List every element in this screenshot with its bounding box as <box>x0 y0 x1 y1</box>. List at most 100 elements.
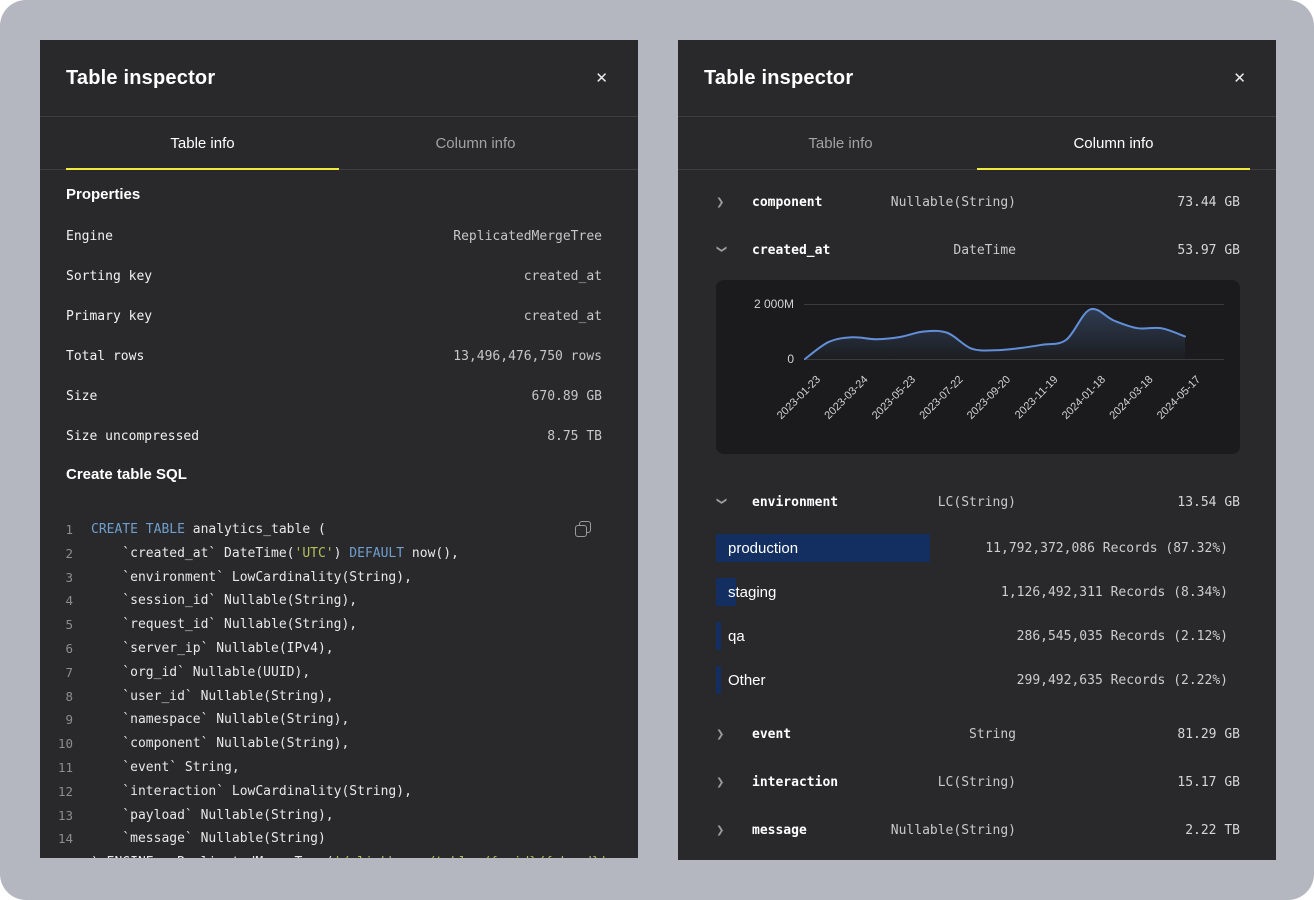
tab-label: Table info <box>170 135 234 152</box>
x-axis-tick-label: 2024-01-18 <box>1060 374 1108 422</box>
column-row[interactable]: ❯ event String 81.29 GB <box>678 710 1276 758</box>
sql-token-str: '/clickhouse/tables/{uuid}/{shard}' <box>334 855 608 858</box>
property-label: Size uncompressed <box>66 429 199 444</box>
sql-line: 10 `component` Nullable(String), <box>40 732 638 756</box>
property-row: Size 670.89 GB <box>40 376 638 416</box>
value-label: production <box>728 540 798 557</box>
column-row[interactable]: ❯ environment LC(String) 13.54 GB <box>678 478 1276 526</box>
sql-line: 2 `created_at` DateTime('UTC') DEFAULT n… <box>40 542 638 566</box>
column-name: component <box>752 195 891 210</box>
property-label: Sorting key <box>66 269 152 284</box>
column-type: LC(String) <box>938 775 1016 790</box>
column-size: 73.44 GB <box>1016 195 1240 210</box>
column-size: 2.22 TB <box>1016 823 1240 838</box>
x-axis-tick-label: 2023-11-19 <box>1013 374 1061 422</box>
sql-token-plain: `server_ip` Nullable(IPv4), <box>91 641 334 656</box>
sql-token-str: 'UTC' <box>295 546 334 561</box>
chevron-down-icon[interactable]: ❯ <box>716 496 727 510</box>
sql-line: 14 `message` Nullable(String) <box>40 827 638 851</box>
sql-line-text: `component` Nullable(String), <box>91 732 349 756</box>
sql-line-text: `environment` LowCardinality(String), <box>91 566 412 590</box>
property-row: Engine ReplicatedMergeTree <box>40 216 638 256</box>
sql-line-text: ) ENGINE = ReplicatedMergeTree('/clickho… <box>91 851 615 858</box>
line-number: 3 <box>40 566 73 590</box>
value-label: Other <box>728 672 766 689</box>
table-inspector-modal-table-info: Table inspector ✕ Table info Column info… <box>40 40 638 858</box>
column-type: LC(String) <box>938 495 1016 510</box>
column-size: 13.54 GB <box>1016 495 1240 510</box>
x-axis-tick-label: 2024-03-18 <box>1107 374 1155 422</box>
column-row[interactable]: ❯ created_at DateTime 53.97 GB <box>678 226 1276 274</box>
column-type: DateTime <box>953 243 1016 258</box>
close-icon[interactable]: ✕ <box>591 67 612 90</box>
sql-token-kw: CREATE TABLE <box>91 522 185 537</box>
value-records-stat: 11,792,372,086 Records (87.32%) <box>985 541 1228 556</box>
tab-table-info[interactable]: Table info <box>704 117 977 169</box>
value-distribution-row: staging 1,126,492,311 Records (8.34%) <box>716 570 1276 614</box>
sql-line: 5 `request_id` Nullable(String), <box>40 613 638 637</box>
sql-line: 1 CREATE TABLE analytics_table ( <box>40 518 638 542</box>
properties-list: Engine ReplicatedMergeTree Sorting key c… <box>40 216 638 456</box>
chevron-right-icon[interactable]: ❯ <box>716 777 730 788</box>
sql-code-lines: 1 CREATE TABLE analytics_table ( 2 `crea… <box>40 518 638 858</box>
tab-table-info[interactable]: Table info <box>66 117 339 169</box>
sql-line: 11 `event` String, <box>40 756 638 780</box>
column-type: Nullable(String) <box>891 195 1016 210</box>
tab-bar: Table info Column info <box>40 117 638 170</box>
property-label: Size <box>66 389 97 404</box>
column-type: Nullable(String) <box>891 823 1016 838</box>
property-row: Primary key created_at <box>40 296 638 336</box>
x-axis-tick-label: 2024-05-17 <box>1155 374 1203 422</box>
sql-token-plain: `payload` Nullable(String), <box>91 808 334 823</box>
column-size: 81.29 GB <box>1016 727 1240 742</box>
sql-token-plain: ) ENGINE = ReplicatedMergeTree( <box>91 855 334 858</box>
tab-bar: Table info Column info <box>678 117 1276 170</box>
sql-line-text: CREATE TABLE analytics_table ( <box>91 518 326 542</box>
value-bar <box>716 666 721 694</box>
column-list: ❯ component Nullable(String) 73.44 GB ❯ … <box>678 170 1276 854</box>
area-fill <box>805 309 1185 359</box>
value-distribution-row: qa 286,545,035 Records (2.12%) <box>716 614 1276 658</box>
column-name: event <box>752 727 969 742</box>
line-number: 13 <box>40 804 73 828</box>
tab-column-info[interactable]: Column info <box>339 117 612 169</box>
column-row[interactable]: ❯ component Nullable(String) 73.44 GB <box>678 178 1276 226</box>
sql-token-plain: `created_at` DateTime( <box>91 546 295 561</box>
sql-token-plain: `user_id` Nullable(String), <box>91 689 334 704</box>
modal-header: Table inspector ✕ <box>40 40 638 117</box>
sql-token-plain: analytics_table ( <box>185 522 326 537</box>
line-number: 12 <box>40 780 73 804</box>
column-row[interactable]: ❯ message Nullable(String) 2.22 TB <box>678 806 1276 854</box>
line-number: 14 <box>40 827 73 851</box>
sql-line-text: `event` String, <box>91 756 240 780</box>
tab-column-info[interactable]: Column info <box>977 117 1250 169</box>
table-inspector-modal-column-info: Table inspector ✕ Table info Column info… <box>678 40 1276 860</box>
chevron-right-icon[interactable]: ❯ <box>716 729 730 740</box>
chevron-down-icon[interactable]: ❯ <box>716 244 727 258</box>
x-axis-tick-label: 2023-09-20 <box>965 374 1013 422</box>
close-icon[interactable]: ✕ <box>1229 67 1250 90</box>
copy-icon[interactable] <box>574 519 594 539</box>
sql-token-plain: `org_id` Nullable(UUID), <box>91 665 310 680</box>
sql-token-plain: `environment` LowCardinality(String), <box>91 570 412 585</box>
chevron-right-icon[interactable]: ❯ <box>716 197 730 208</box>
sql-line: 13 `payload` Nullable(String), <box>40 804 638 828</box>
property-row: Sorting key created_at <box>40 256 638 296</box>
value-distribution-row: Other 299,492,635 Records (2.22%) <box>716 658 1276 702</box>
chevron-right-icon[interactable]: ❯ <box>716 825 730 836</box>
sql-token-plain: `event` String, <box>91 760 240 775</box>
modal-title: Table inspector <box>66 67 215 90</box>
tab-label: Column info <box>435 135 515 152</box>
property-value: created_at <box>524 269 602 284</box>
column-name: message <box>752 823 891 838</box>
create-table-sql-heading: Create table SQL <box>40 456 638 486</box>
sql-token-plain: `component` Nullable(String), <box>91 736 349 751</box>
column-name: environment <box>752 495 938 510</box>
sql-line-text: `session_id` Nullable(String), <box>91 589 357 613</box>
column-row[interactable]: ❯ interaction LC(String) 15.17 GB <box>678 758 1276 806</box>
sql-line-text: `user_id` Nullable(String), <box>91 685 334 709</box>
property-value: ReplicatedMergeTree <box>453 229 602 244</box>
sql-line-text: `created_at` DateTime('UTC') DEFAULT now… <box>91 542 459 566</box>
line-number: 11 <box>40 756 73 780</box>
sql-code-block: 1 CREATE TABLE analytics_table ( 2 `crea… <box>40 486 638 858</box>
